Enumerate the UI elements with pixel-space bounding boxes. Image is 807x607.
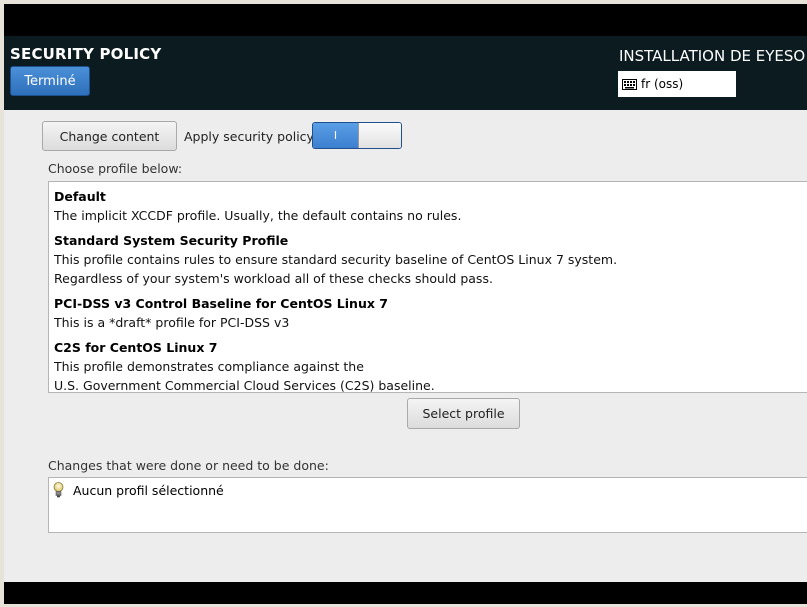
keyboard-icon xyxy=(622,78,637,90)
profile-title: C2S for CentOS Linux 7 xyxy=(54,340,218,355)
top-bar xyxy=(4,4,807,36)
profile-item-pci-dss[interactable]: PCI-DSS v3 Control Baseline for CentOS L… xyxy=(49,288,807,332)
changes-box: Aucun profil sélectionné xyxy=(48,477,807,533)
changes-label: Changes that were done or need to be don… xyxy=(48,458,329,473)
keyboard-layout-indicator[interactable]: fr (oss) xyxy=(618,71,736,97)
bottom-bar xyxy=(4,582,807,604)
lightbulb-icon xyxy=(53,482,64,498)
profile-description: Regardless of your system's workload all… xyxy=(54,271,493,286)
changes-message: Aucun profil sélectionné xyxy=(73,482,224,498)
changes-row: Aucun profil sélectionné xyxy=(53,482,224,498)
apply-policy-label: Apply security policy: xyxy=(184,129,318,144)
page-title: SECURITY POLICY xyxy=(10,45,162,63)
profile-title: Standard System Security Profile xyxy=(54,233,289,248)
profile-description: U.S. Government Commercial Cloud Service… xyxy=(54,378,435,393)
profile-item-standard[interactable]: Standard System Security Profile This pr… xyxy=(49,225,807,288)
installation-title: INSTALLATION DE EYESO xyxy=(619,47,806,65)
keyboard-layout-label: fr (oss) xyxy=(641,77,684,91)
select-profile-button[interactable]: Select profile xyxy=(407,398,520,429)
profile-description: This is a *draft* profile for PCI-DSS v3 xyxy=(54,315,290,330)
main-content: Change content Apply security policy: I … xyxy=(4,110,807,580)
toggle-on-indicator: I xyxy=(313,123,358,148)
app-window: SECURITY POLICY Terminé INSTALLATION DE … xyxy=(4,4,807,604)
profile-description: This profile contains rules to ensure st… xyxy=(54,252,618,267)
toggle-knob xyxy=(358,123,401,148)
profile-list[interactable]: Default The implicit XCCDF profile. Usua… xyxy=(48,181,807,393)
change-content-button[interactable]: Change content xyxy=(42,121,177,151)
profile-description: The implicit XCCDF profile. Usually, the… xyxy=(54,208,462,223)
apply-policy-toggle[interactable]: I xyxy=(312,122,402,149)
done-button[interactable]: Terminé xyxy=(10,66,90,96)
profile-description: This profile demonstrates compliance aga… xyxy=(54,359,364,374)
choose-profile-label: Choose profile below: xyxy=(48,161,183,176)
profile-item-default[interactable]: Default The implicit XCCDF profile. Usua… xyxy=(49,182,807,225)
profile-title: Default xyxy=(54,189,106,204)
profile-item-c2s[interactable]: C2S for CentOS Linux 7 This profile demo… xyxy=(49,332,807,393)
profile-title: PCI-DSS v3 Control Baseline for CentOS L… xyxy=(54,296,388,311)
spoke-header: SECURITY POLICY Terminé INSTALLATION DE … xyxy=(4,36,807,110)
